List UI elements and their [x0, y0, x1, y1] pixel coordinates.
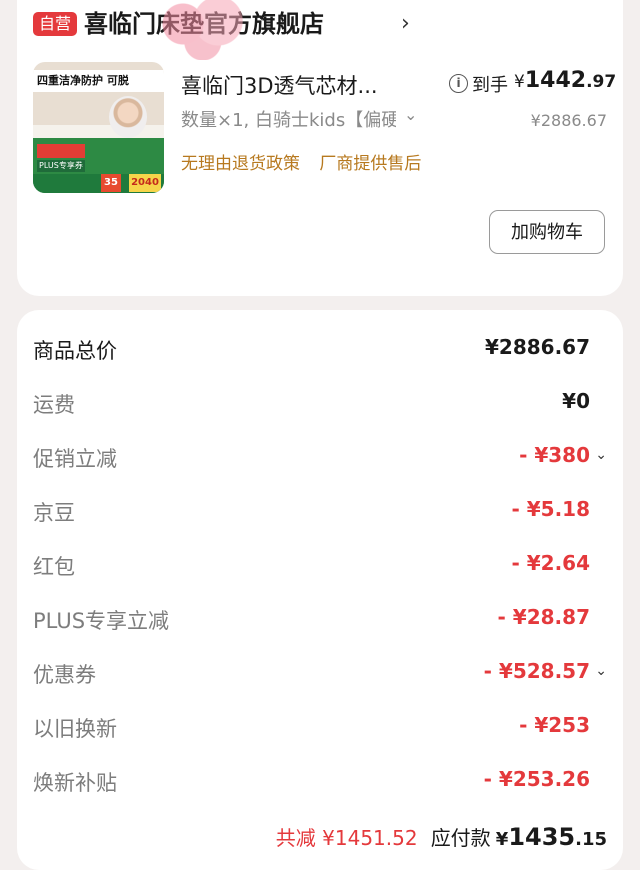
chevron-right-icon[interactable]: › — [401, 8, 410, 40]
summary-row-red-packet: 红包 - ¥2.64 — [33, 545, 607, 585]
row-label: PLUS专享立减 — [33, 609, 170, 633]
row-label: 促销立减 — [33, 447, 117, 471]
summary-row-total: 商品总价 ¥2886.67 — [33, 329, 607, 369]
summary-row-jingdou: 京豆 - ¥5.18 — [33, 491, 607, 531]
chevron-down-icon[interactable]: ⌄ — [404, 105, 417, 124]
row-value: - ¥380 — [519, 443, 590, 467]
row-value: ¥0 — [562, 389, 590, 413]
summary-row-renewal-subsidy: 焕新补贴 - ¥253.26 — [33, 761, 607, 801]
thumbnail-plus-label: PLUS专享券 — [37, 160, 85, 172]
chevron-down-icon[interactable]: ⌄ — [595, 447, 607, 463]
info-icon[interactable]: i — [449, 74, 468, 93]
final-price-label: 到手 — [472, 75, 508, 96]
summary-row-shipping: 运费 ¥0 — [33, 383, 607, 423]
product-thumbnail[interactable]: 四重洁净防护 可脱 PLUS专享券 35 2040 — [33, 62, 164, 193]
self-operated-badge: 自营 — [33, 12, 77, 36]
payable-currency: ¥ — [495, 829, 509, 850]
product-spec-selector[interactable]: 数量×1, 白骑士kids【偏硬 — [181, 106, 396, 132]
service-tags: 无理由退货政策 厂商提供售后 — [181, 149, 421, 174]
payable-label: 应付款 — [430, 826, 491, 850]
row-value: ¥2886.67 — [484, 335, 590, 359]
payable-decimal: .15 — [575, 829, 607, 850]
payable-integer: 1435 — [508, 823, 576, 851]
original-price: ¥2886.67 — [530, 111, 607, 130]
price-integer: 1442 — [524, 68, 587, 93]
row-value: - ¥28.87 — [497, 605, 590, 629]
store-name-link[interactable]: 喜临门床垫官方旗舰店 — [84, 8, 324, 40]
tag-after-sales: 厂商提供售后 — [319, 154, 422, 174]
add-to-cart-button[interactable]: 加购物车 — [489, 210, 605, 254]
final-price: ¥1442.97 — [514, 68, 616, 93]
summary-row-coupon[interactable]: 优惠券 - ¥528.57 ⌄ — [33, 653, 607, 693]
thumbnail-headline: 四重洁净防护 可脱 — [33, 70, 164, 92]
total-saved: 共减 ¥1451.52 — [275, 826, 418, 850]
price-currency: ¥ — [514, 72, 525, 92]
row-label: 红包 — [33, 555, 75, 579]
row-label: 京豆 — [33, 501, 75, 525]
summary-row-trade-in: 以旧换新 - ¥253 — [33, 707, 607, 747]
row-value: - ¥253.26 — [483, 767, 590, 791]
row-label: 商品总价 — [33, 339, 117, 363]
thumbnail-badge-2040: 2040 — [129, 174, 161, 192]
payment-total: 共减 ¥1451.52 应付款 ¥1435.15 — [276, 822, 607, 851]
row-label: 以旧换新 — [33, 717, 117, 741]
price-decimal: .97 — [586, 72, 617, 92]
summary-row-promotion[interactable]: 促销立减 - ¥380 ⌄ — [33, 437, 607, 477]
row-label: 运费 — [33, 393, 75, 417]
summary-row-plus-discount: PLUS专享立减 - ¥28.87 — [33, 599, 607, 639]
product-title[interactable]: 喜临门3D透气芯材... — [181, 70, 411, 100]
row-value: - ¥5.18 — [511, 497, 590, 521]
tag-return-policy: 无理由退货政策 — [181, 154, 300, 174]
thumbnail-promo-band — [37, 144, 85, 158]
row-value: - ¥253 — [519, 713, 590, 737]
row-value: - ¥2.64 — [511, 551, 590, 575]
thumbnail-badge-35: 35 — [101, 174, 121, 192]
row-label: 焕新补贴 — [33, 771, 117, 795]
row-label: 优惠券 — [33, 663, 96, 687]
chevron-down-icon[interactable]: ⌄ — [595, 663, 607, 679]
row-value: - ¥528.57 — [483, 659, 590, 683]
thumbnail-model-image — [109, 96, 147, 138]
